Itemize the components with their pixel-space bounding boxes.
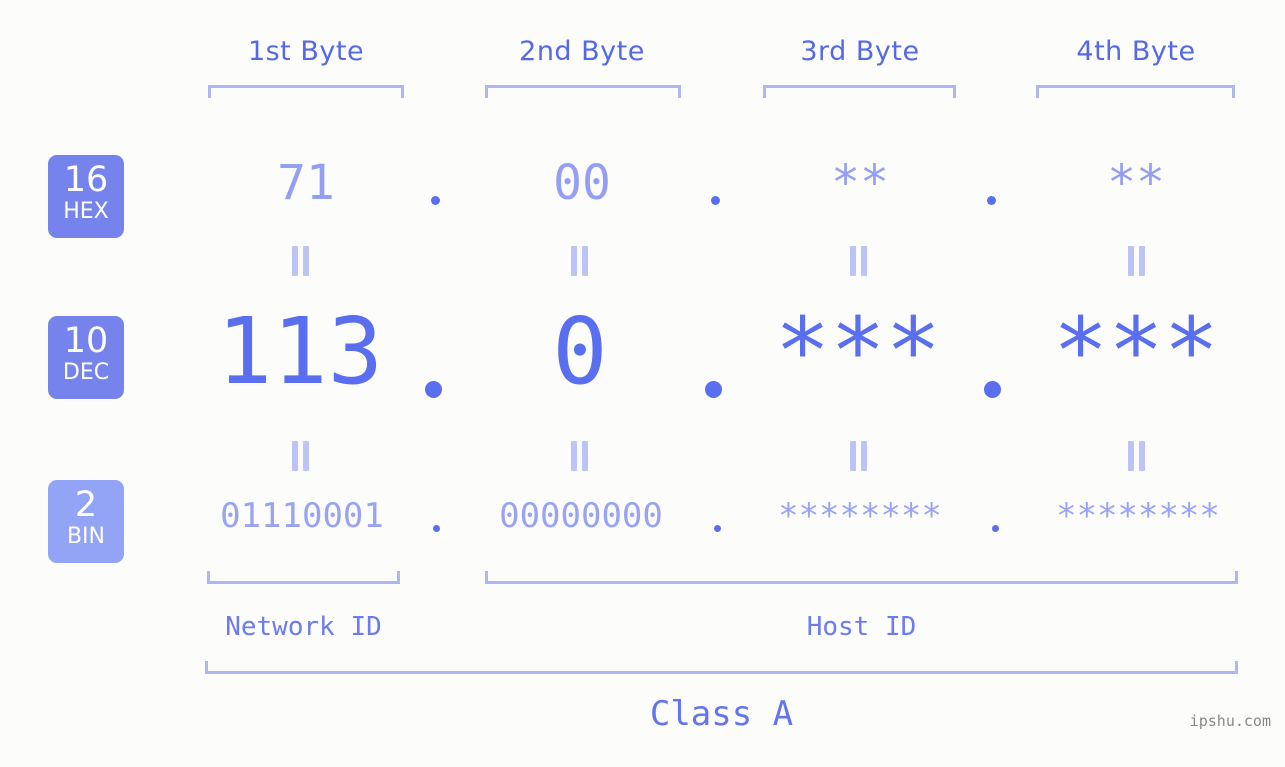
base-badge-hex-name: HEX: [63, 199, 109, 224]
base-badge-bin-name: BIN: [66, 524, 106, 549]
bin-byte-2: 00000000: [499, 496, 663, 536]
base-badge-dec-number: 10: [63, 321, 109, 361]
host-id-bracket: [485, 571, 1238, 584]
hex-byte-3: **: [831, 155, 889, 211]
class-bracket: [205, 661, 1238, 674]
dec-byte-3: ***: [774, 298, 942, 405]
site-watermark: ipshu.com: [1189, 712, 1271, 730]
network-id-label: Network ID: [225, 612, 382, 642]
dec-separator-dot-1: [425, 381, 442, 398]
network-id-bracket: [207, 571, 400, 584]
hex-separator-dot-2: [711, 196, 720, 205]
dec-separator-dot-2: [705, 381, 722, 398]
base-badge-bin-number: 2: [74, 485, 98, 525]
bin-byte-3: ********: [778, 496, 942, 536]
dec-separator-dot-3: [984, 381, 1001, 398]
hex-byte-4: **: [1107, 155, 1165, 211]
bin-byte-4: ********: [1056, 496, 1220, 536]
equals-sign-hex-dec-2: [569, 246, 591, 276]
equals-sign-dec-bin-4: [1126, 441, 1148, 471]
hex-byte-2: 00: [553, 155, 611, 211]
byte-bracket-4: [1036, 85, 1235, 98]
dec-byte-2: 0: [552, 298, 608, 405]
equals-sign-dec-bin-2: [569, 441, 591, 471]
equals-sign-hex-dec-4: [1126, 246, 1148, 276]
equals-sign-hex-dec-3: [848, 246, 870, 276]
byte-header-label-2: 2nd Byte: [519, 36, 645, 67]
class-label: Class A: [649, 694, 794, 734]
equals-sign-dec-bin-1: [290, 441, 312, 471]
hex-separator-dot-1: [431, 196, 440, 205]
base-badge-dec: 10 DEC: [48, 316, 124, 399]
byte-bracket-2: [485, 85, 681, 98]
byte-bracket-3: [763, 85, 956, 98]
dec-byte-1: 113: [216, 298, 384, 405]
bin-separator-dot-3: [992, 525, 999, 532]
base-badge-dec-name: DEC: [62, 360, 110, 385]
equals-sign-hex-dec-1: [290, 246, 312, 276]
byte-header-label-4: 4th Byte: [1076, 36, 1196, 67]
hex-byte-1: 71: [277, 155, 335, 211]
hex-separator-dot-3: [987, 196, 996, 205]
equals-sign-dec-bin-3: [848, 441, 870, 471]
bin-separator-dot-1: [433, 525, 440, 532]
base-badge-hex: 16 HEX: [48, 155, 124, 238]
bin-byte-1: 01110001: [220, 496, 384, 536]
byte-bracket-1: [208, 85, 404, 98]
dec-byte-4: ***: [1052, 298, 1220, 405]
ip-address-breakdown-diagram: 1st Byte 2nd Byte 3rd Byte 4th Byte 16 H…: [0, 0, 1285, 767]
byte-header-label-3: 3rd Byte: [800, 36, 920, 67]
host-id-label: Host ID: [806, 612, 917, 642]
base-badge-hex-number: 16: [63, 160, 109, 200]
bin-separator-dot-2: [714, 525, 721, 532]
base-badge-bin: 2 BIN: [48, 480, 124, 563]
byte-header-label-1: 1st Byte: [247, 36, 365, 67]
